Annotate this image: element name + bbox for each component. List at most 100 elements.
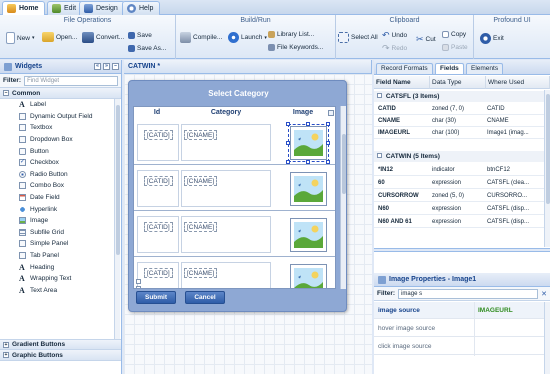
tab-design[interactable]: Design	[79, 1, 125, 15]
copy-button[interactable]: Copy	[442, 31, 466, 38]
property-row-image-source[interactable]: image source IMAGEURL	[374, 302, 544, 319]
property-row-hover-image-source[interactable]: hover image source	[374, 320, 544, 337]
widget-item-wrapping-text[interactable]: A Wrapping Text	[0, 273, 121, 285]
table-row[interactable]: 60 expression CATSFL (clea...	[374, 177, 550, 189]
image-widget-selected[interactable]	[290, 126, 327, 160]
panel-splitter[interactable]	[374, 248, 550, 252]
submit-button[interactable]: Submit	[136, 291, 176, 304]
table-row[interactable]: [CATID] [CNAME]	[134, 166, 335, 211]
fields-scroll-thumb[interactable]	[546, 94, 550, 204]
cname-field[interactable]: [CNAME]	[184, 176, 218, 186]
save-button[interactable]: Save	[128, 32, 152, 39]
canvas-tab-label[interactable]: CATWIN *	[128, 63, 160, 70]
resize-handle[interactable]	[326, 122, 330, 126]
table-row[interactable]: [CATID] [CNAME]	[134, 258, 335, 288]
paste-button[interactable]: Paste	[442, 44, 468, 51]
widget-item-checkbox[interactable]: ✓ Checkbox	[0, 157, 121, 169]
table-row[interactable]: CURSORROW zoned (5, 0) CURSORRO...	[374, 190, 550, 202]
widget-item-image[interactable]: Image	[0, 215, 121, 227]
table-row[interactable]: IMAGEURL char (100) Image1 (imag...	[374, 127, 550, 139]
resize-handle[interactable]	[306, 160, 310, 164]
resize-handle[interactable]	[286, 160, 290, 164]
dialog-scrollbar[interactable]	[340, 106, 346, 289]
widget-item-text-area[interactable]: A Text Area	[0, 285, 121, 297]
collapse-icon[interactable]	[377, 93, 382, 98]
new-button[interactable]: New ▾	[6, 32, 35, 44]
column-header-where-used[interactable]: Where Used	[486, 76, 550, 89]
widget-item-label[interactable]: A Label	[0, 99, 121, 111]
file-keywords-button[interactable]: File Keywords...	[268, 44, 323, 51]
tab-edit[interactable]: Edit	[47, 1, 84, 15]
grid-expand-icon[interactable]	[136, 279, 141, 284]
select-category-window[interactable]: Select Category Id Category Image [CATID…	[128, 80, 347, 312]
widget-item-dropdown-box[interactable]: Dropdown Box	[0, 134, 121, 146]
compile-button[interactable]: Compile...	[180, 32, 222, 43]
cname-field[interactable]: [CNAME]	[184, 130, 218, 140]
tab-home[interactable]: Home	[2, 1, 46, 15]
collapse-icon[interactable]	[377, 153, 382, 158]
image-widget[interactable]	[290, 172, 327, 206]
widget-item-hyperlink[interactable]: Hyperlink	[0, 203, 121, 215]
property-value[interactable]: IMAGEURL	[478, 302, 513, 319]
gradient-buttons-section[interactable]: + Gradient Buttons	[0, 339, 121, 350]
column-header-data-type[interactable]: Data Type	[430, 76, 486, 89]
launch-button[interactable]: Launch ▾	[228, 32, 267, 43]
select-all-button[interactable]: Select All	[338, 32, 378, 43]
cancel-button[interactable]: Cancel	[185, 291, 225, 304]
expand-icon[interactable]: +	[3, 341, 9, 348]
image-widget[interactable]	[290, 218, 327, 252]
redo-button[interactable]: ↷ Redo	[382, 44, 407, 53]
common-section-header[interactable]: – Common	[0, 88, 121, 99]
table-row[interactable]: [CATID] [CNAME]	[134, 120, 335, 165]
cname-field[interactable]: [CNAME]	[184, 268, 218, 278]
save-as-button[interactable]: Save As...	[128, 45, 166, 52]
widget-item-button[interactable]: Button	[0, 145, 121, 157]
widget-item-heading[interactable]: A Heading	[0, 261, 121, 273]
widget-item-dynamic-output-field[interactable]: Dynamic Output Field	[0, 111, 121, 123]
grid-menu-icon[interactable]	[328, 110, 334, 116]
widget-item-radio-button[interactable]: Radio Button	[0, 169, 121, 181]
undo-button[interactable]: ↶ Undo	[382, 31, 407, 40]
minimize-icon[interactable]: –	[112, 63, 119, 70]
tab-help[interactable]: Help	[122, 1, 161, 15]
widget-item-combo-box[interactable]: Combo Box	[0, 180, 121, 192]
library-list-button[interactable]: Library List...	[268, 31, 314, 38]
dialog-scroll-thumb[interactable]	[342, 134, 346, 194]
table-row[interactable]: [CATID] [CNAME]	[134, 212, 335, 257]
record-group-catsfl[interactable]: CATSFL (3 Items)	[374, 91, 550, 102]
properties-filter-input[interactable]: image s	[398, 288, 539, 299]
tab-elements[interactable]: Elements	[466, 63, 504, 74]
widget-list-scroll-thumb[interactable]	[116, 105, 120, 255]
clear-filter-icon[interactable]: ✕	[541, 290, 547, 298]
widget-filter-input[interactable]: Find Widget	[24, 75, 118, 86]
catid-field[interactable]: [CATID]	[144, 222, 173, 232]
grid-expand-icon[interactable]	[136, 286, 141, 288]
table-row[interactable]: *IN12 indicator btnCF12	[374, 164, 550, 176]
tab-fields[interactable]: Fields	[435, 63, 464, 74]
widget-item-tab-panel[interactable]: Tab Panel	[0, 250, 121, 262]
property-row-click-image-source[interactable]: click image source	[374, 338, 544, 355]
resize-handle[interactable]	[326, 160, 330, 164]
graphic-buttons-section[interactable]: + Graphic Buttons	[0, 350, 121, 361]
resize-handle[interactable]	[326, 141, 330, 145]
open-button[interactable]: Open...	[42, 32, 77, 42]
resize-handle[interactable]	[286, 122, 290, 126]
table-row[interactable]: N60 expression CATSFL (disp...	[374, 203, 550, 215]
properties-scrollbar[interactable]	[544, 302, 550, 374]
cname-field[interactable]: [CNAME]	[184, 222, 218, 232]
expand-icon[interactable]: +	[3, 352, 9, 358]
resize-handle[interactable]	[306, 122, 310, 126]
cut-button[interactable]: ✂ Cut	[416, 35, 436, 44]
widget-item-date-field[interactable]: Date Field	[0, 192, 121, 204]
table-row[interactable]: N60 AND 61 expression CATSFL (disp...	[374, 216, 550, 228]
subfile-grid[interactable]: Id Category Image [CATID] [CNAME] [CATID…	[133, 106, 336, 289]
widget-item-subfile-grid[interactable]: Subfile Grid	[0, 227, 121, 239]
exit-button[interactable]: Exit	[480, 33, 504, 44]
expand-right-icon[interactable]: »	[103, 63, 110, 70]
table-row[interactable]: CATID zoned (7, 0) CATID	[374, 103, 550, 115]
table-row[interactable]: CNAME char (30) CNAME	[374, 115, 550, 127]
resize-handle[interactable]	[286, 141, 290, 145]
fields-scrollbar[interactable]	[544, 90, 550, 247]
widget-item-simple-panel[interactable]: Simple Panel	[0, 238, 121, 250]
record-group-catwin[interactable]: CATWIN (5 Items)	[374, 151, 550, 162]
